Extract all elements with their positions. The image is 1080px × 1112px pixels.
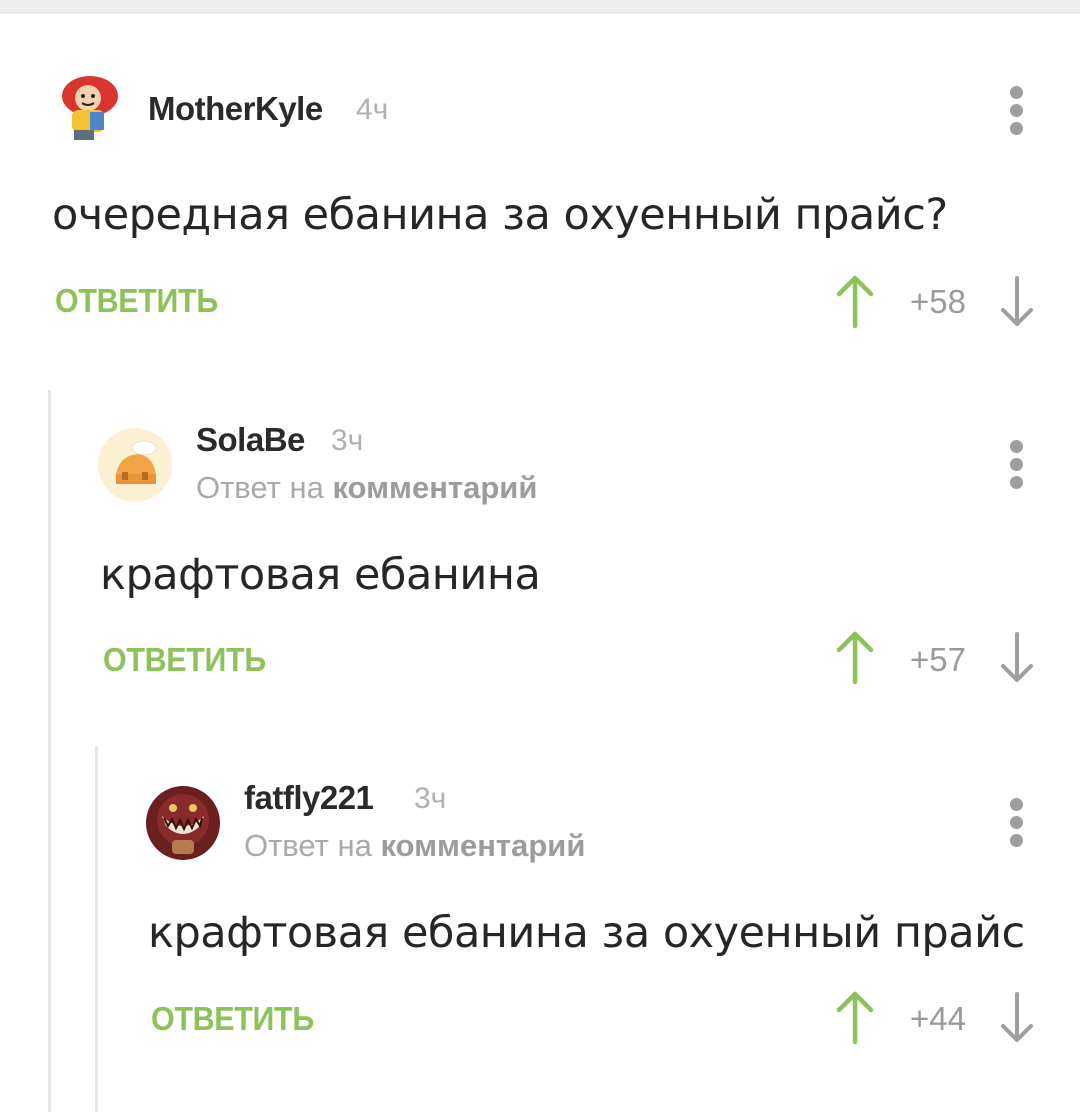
rating: +44 xyxy=(910,1000,966,1037)
reply-prefix: Ответ на xyxy=(196,470,324,505)
avatar[interactable] xyxy=(146,786,220,860)
timestamp: 4ч xyxy=(356,93,389,126)
username[interactable]: SolaBe xyxy=(196,421,305,459)
vote-up-icon[interactable] xyxy=(835,274,875,330)
reply-context[interactable]: Ответ на комментарий xyxy=(196,470,537,506)
monster-avatar-icon xyxy=(146,786,220,860)
reply-context[interactable]: Ответ на комментарий xyxy=(244,828,585,864)
comment-text: крафтовая ебанина xyxy=(100,550,541,600)
top-edge xyxy=(0,0,1080,14)
timestamp: 3ч xyxy=(331,424,364,457)
comment-text: крафтовая ебанина за охуенный прайс xyxy=(148,908,1025,958)
vote-up-icon[interactable] xyxy=(835,630,875,686)
vote-down-icon[interactable] xyxy=(997,990,1037,1046)
thread-line-level-1 xyxy=(48,390,51,1112)
reply-button[interactable]: ОТВЕТИТЬ xyxy=(103,641,266,679)
more-options-icon[interactable] xyxy=(1002,84,1032,140)
thread-line-level-2 xyxy=(95,746,98,1112)
vote-down-icon[interactable] xyxy=(997,274,1037,330)
house-avatar-icon xyxy=(98,428,172,502)
timestamp: 3ч xyxy=(414,782,447,815)
reply-button[interactable]: ОТВЕТИТЬ xyxy=(151,1000,314,1038)
avatar[interactable] xyxy=(50,72,124,146)
reply-target-link[interactable]: комментарий xyxy=(380,828,585,863)
comment-text: очередная ебанина за охуенный прайс? xyxy=(52,190,948,240)
reply-button[interactable]: ОТВЕТИТЬ xyxy=(55,282,218,320)
vote-up-icon[interactable] xyxy=(835,990,875,1046)
username[interactable]: fatfly221 xyxy=(244,779,374,817)
rating: +57 xyxy=(910,641,966,678)
rating: +58 xyxy=(910,283,966,320)
username[interactable]: MotherKyle xyxy=(148,90,323,128)
avatar[interactable] xyxy=(98,428,172,502)
reply-prefix: Ответ на xyxy=(244,828,372,863)
vote-down-icon[interactable] xyxy=(997,630,1037,686)
reply-target-link[interactable]: комментарий xyxy=(332,470,537,505)
girl-avatar-icon xyxy=(50,72,124,146)
more-options-icon[interactable] xyxy=(1002,796,1032,852)
more-options-icon[interactable] xyxy=(1002,438,1032,494)
